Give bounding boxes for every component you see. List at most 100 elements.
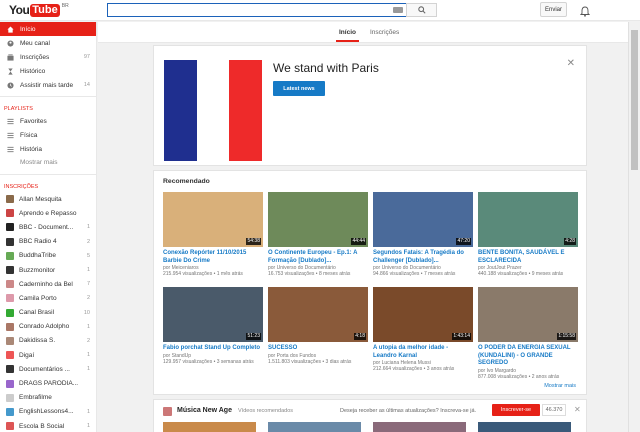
sidebar-item-home[interactable]: Início [0,22,96,36]
sidebar-subscription-item[interactable]: Canal Brasil 10 [0,306,96,320]
video-title[interactable]: BENTE BONITA, SAUDÁVEL E ESCLARECIDA [478,250,578,265]
video-thumbnail[interactable]: 1:15:58 [478,287,578,342]
sidebar-subscription-item[interactable]: DRAGS PARODIA... [0,376,96,390]
video-title[interactable]: O Continente Europeu - Ep.1: A Formação … [268,250,368,265]
bell-icon[interactable] [579,4,591,22]
video-card[interactable]: 4:18 SUCESSO por Porta dos Fundos 1.511.803… [268,287,368,365]
sidebar-subscription-item[interactable]: Allan Mesquita [0,192,96,206]
playlists-heading[interactable]: PLAYLISTS [0,101,96,114]
video-title[interactable]: Conexão Repórter 11/10/2015 Barbie Do Cr… [163,250,263,265]
video-card[interactable]: 44:44 O Continente Europeu - Ep.1: A Form… [268,192,368,277]
sidebar-item-history[interactable]: Histórico [0,64,96,78]
sidebar-subscription-item[interactable]: Caderninho da Bel 7 [0,277,96,291]
video-thumbnail[interactable]: 1:43:14 [373,287,473,342]
video-title[interactable]: Fabio porchat Stand Up Completo [163,345,263,353]
video-thumbnail[interactable]: 4:28 [478,192,578,247]
video-thumbnail[interactable]: 51:23 [163,287,263,342]
sidebar: Início Meu canal Inscrições 97 Histórico… [0,22,97,432]
video-card[interactable]: 47:20 Segundos Fatais: A Tragédia do Chal… [373,192,473,277]
sidebar-subscription-item[interactable]: Embrafilme [0,391,96,405]
video-title[interactable]: A utopia da melhor idade - Leandro Karna… [373,345,473,360]
video-age: 7 meses atrás [423,271,456,278]
video-thumbnail[interactable]: 4:18 [268,287,368,342]
sidebar-subscription-item[interactable]: Camila Porto 2 [0,291,96,305]
video-card[interactable]: 1:43:14 A utopia da melhor idade - Leandr… [373,287,473,372]
sidebar-subscription-item[interactable]: Buzzmonitor 1 [0,263,96,277]
show-more-link[interactable]: Mostrar mais [0,156,96,170]
channel-avatar-icon [6,422,14,431]
video-age: 8 meses atrás [318,271,351,278]
subscribe-button[interactable]: Inscrever-se [492,404,540,416]
video-thumbnail[interactable] [163,422,256,432]
paris-banner: We stand with Paris Latest news ✕ [153,45,587,166]
sidebar-subscription-item[interactable]: Conrado Adolpho 1 [0,320,96,334]
list-icon [7,132,14,139]
video-card[interactable]: 54:38 Conexão Repórter 11/10/2015 Barbie … [163,192,263,277]
video-age: 2 anos atrás [531,373,560,380]
close-icon[interactable]: ✕ [574,405,581,414]
sidebar-subscription-item[interactable]: BBC Radio 4 2 [0,235,96,249]
sidebar-item-count: 5 [86,252,90,259]
close-icon[interactable]: ✕ [567,58,575,69]
top-bar: You Tube BR Enviar [0,0,640,21]
sidebar-subscription-item[interactable]: Dakidissa S. 2 [0,334,96,348]
sidebar-item-fisica[interactable]: Física [0,128,96,142]
sidebar-item-my-channel[interactable]: Meu canal [0,36,96,50]
video-age: 3 dias atrás [325,358,352,365]
show-more-button[interactable]: Mostrar mais [544,383,576,389]
video-thumbnail[interactable] [478,422,571,432]
video-thumbnail[interactable]: 54:38 [163,192,263,247]
sidebar-item-favorites[interactable]: Favorites [0,114,96,128]
video-card[interactable]: 51:23 Fabio porchat Stand Up Completo por … [163,287,263,365]
sidebar-item-label: Embrafilme [19,394,52,402]
video-card[interactable]: 1:15:58 O PODER DA ENERGIA SEXUAL (KUNDAL… [478,287,578,380]
video-thumbnail[interactable]: 47:20 [373,192,473,247]
avatar[interactable] [606,2,622,18]
video-title[interactable]: Segundos Fatais: A Tragédia do Challenge… [373,250,473,265]
channel-avatar-icon [6,365,14,374]
sidebar-item-historia[interactable]: História [0,142,96,156]
sidebar-item-watch-later[interactable]: Assistir mais tarde 14 [0,78,96,92]
upload-button[interactable]: Enviar [540,2,567,17]
tab-home[interactable]: Início [336,29,359,42]
sidebar-subscription-item[interactable]: BBC - Document... 1 [0,220,96,234]
video-duration: 44:44 [351,238,366,245]
subscriptions-heading[interactable]: INSCRIÇÕES [0,179,96,192]
sidebar-subscription-item[interactable]: EnglishLessons4... 1 [0,405,96,419]
sidebar-subscription-item[interactable]: Escola B Social 1 [0,419,96,432]
sidebar-item-count: 1 [86,323,90,330]
sidebar-subscription-item[interactable]: Aprendo e Repasso [0,206,96,220]
search-input[interactable] [107,3,407,17]
scrollbar[interactable] [628,22,640,432]
channel-avatar-icon [6,407,14,416]
tab-subscriptions[interactable]: Inscrições [370,29,399,36]
video-title[interactable]: SUCESSO [268,345,368,353]
sidebar-item-label: BBC Radio 4 [19,238,57,246]
shelf-title[interactable]: Música New Age [177,407,232,414]
video-thumbnail[interactable]: 44:44 [268,192,368,247]
youtube-logo[interactable]: You Tube BR [9,3,69,17]
search-button[interactable] [406,3,437,17]
video-views: 440.188 visualizações [478,271,528,278]
sidebar-subscription-item[interactable]: Documentários ... 1 [0,362,96,376]
keyboard-icon[interactable] [393,7,403,13]
user-icon [7,39,14,47]
channel-icon[interactable] [163,407,172,416]
latest-news-button[interactable]: Latest news [273,81,325,96]
video-title[interactable]: O PODER DA ENERGIA SEXUAL (KUNDALINI) - … [478,345,578,368]
video-thumbnail[interactable] [373,422,466,432]
sidebar-item-label: Canal Brasil [19,309,55,317]
scrollbar-thumb[interactable] [631,30,638,170]
channel-avatar-icon [6,237,14,246]
section-title[interactable]: Recomendado [163,178,210,185]
subscribe-label: Inscrever-se [500,407,532,413]
video-thumbnail[interactable] [268,422,361,432]
sidebar-subscription-item[interactable]: BuddhaTribe 5 [0,249,96,263]
video-card[interactable]: 4:28 BENTE BONITA, SAUDÁVEL E ESCLARECIDA… [478,192,578,277]
channel-avatar-icon [6,266,14,275]
channel-avatar-icon [6,195,14,204]
sidebar-item-count: 1 [86,224,90,231]
sidebar-subscription-item[interactable]: Digaí 1 [0,348,96,362]
video-views: 212.664 visualizações [373,366,423,373]
sidebar-item-subscriptions[interactable]: Inscrições 97 [0,50,96,64]
